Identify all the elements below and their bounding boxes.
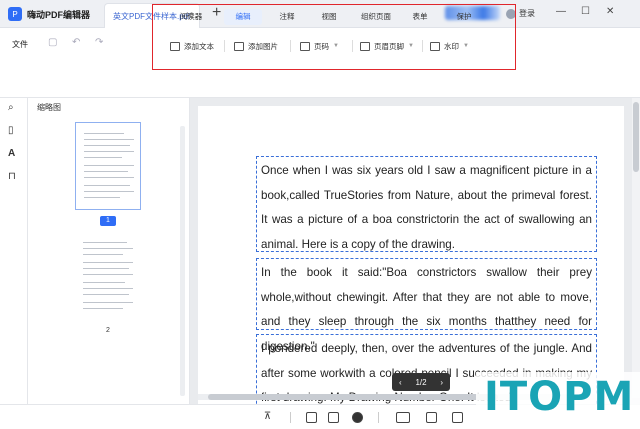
status-divider <box>290 412 291 423</box>
chevron-down-icon: ▼ <box>463 43 469 49</box>
add-image-button[interactable]: 添加图片 <box>234 36 278 56</box>
tool-divider <box>290 40 291 52</box>
page-indicator: 1/2 <box>415 377 427 387</box>
app-logo-icon: P <box>8 7 22 21</box>
app-tab[interactable]: P 嗨动PDF编辑器 <box>0 0 104 28</box>
tab-view[interactable]: 视图 <box>310 9 348 25</box>
tab-reader[interactable]: 阅读器 <box>172 9 210 25</box>
paragraph: Once when I was six years old I saw a ma… <box>261 164 592 251</box>
login-label: 登录 <box>519 9 535 18</box>
tab-protect[interactable]: 保护 <box>445 9 483 25</box>
thumbnail-scrollbar[interactable] <box>180 126 185 396</box>
chevron-down-icon: ▼ <box>333 43 339 49</box>
watermark-label: 水印 <box>444 41 459 51</box>
tab-annotate[interactable]: 注释 <box>268 9 306 25</box>
header-footer-button[interactable]: 页眉页脚 ▼ <box>360 36 414 56</box>
page-thumbnail[interactable] <box>75 234 141 322</box>
minimize-icon[interactable]: — <box>556 6 566 17</box>
tab-form[interactable]: 表单 <box>401 9 439 25</box>
add-text-button[interactable]: 添加文本 <box>170 36 214 56</box>
prev-page-icon[interactable]: ‹ <box>399 378 402 387</box>
text-icon[interactable]: A <box>8 148 20 160</box>
panel-title: 缩略图 <box>37 103 61 112</box>
pdf-page: Once when I was six years old I saw a ma… <box>198 106 624 404</box>
watermark-icon <box>430 41 440 51</box>
tool-divider <box>352 40 353 52</box>
add-text-icon <box>170 41 180 51</box>
fit-height-icon[interactable]: ⊼ <box>262 412 273 423</box>
page-thumbnail[interactable] <box>75 122 141 210</box>
page-number-badge[interactable]: 1 <box>100 216 116 226</box>
tool-divider <box>422 40 423 52</box>
thumbnail-panel: 缩略图 1 2 <box>28 98 190 404</box>
play-icon[interactable] <box>352 412 363 423</box>
chevron-down-icon: ▼ <box>408 43 414 49</box>
scrollbar-thumb[interactable] <box>208 394 498 400</box>
two-page-icon[interactable] <box>328 412 339 423</box>
tool-divider <box>224 40 225 52</box>
ribbon-tabs: 阅读器 编辑 注释 视图 组织页面 表单 保护 <box>160 9 500 25</box>
undo-icon[interactable]: ↶ <box>72 37 80 48</box>
scrollbar-thumb[interactable] <box>633 102 639 172</box>
actual-size-icon[interactable] <box>396 412 410 423</box>
text-block[interactable]: Once when I was six years old I saw a ma… <box>256 156 597 252</box>
status-divider <box>378 412 379 423</box>
add-text-label: 添加文本 <box>184 41 214 51</box>
close-window-icon[interactable]: ✕ <box>606 6 614 17</box>
add-image-label: 添加图片 <box>248 41 278 51</box>
add-image-icon <box>234 41 244 51</box>
next-page-icon[interactable]: › <box>440 378 443 387</box>
watermark-overlay: ITOPM <box>476 372 640 422</box>
watermark-logo: ITOPM <box>484 374 635 420</box>
tab-organize[interactable]: 组织页面 <box>356 9 396 25</box>
watermark-button[interactable]: 水印 ▼ <box>430 36 469 56</box>
document-viewport: Once when I was six years old I saw a ma… <box>190 98 640 404</box>
fit-page-icon[interactable] <box>426 412 437 423</box>
edit-tools: 添加文本 添加图片 页码 ▼ 页眉页脚 ▼ 水印 ▼ <box>160 36 500 56</box>
save-icon[interactable]: ▢ <box>48 37 57 48</box>
page-navigator: ‹ 1/2 › <box>392 373 450 391</box>
redo-icon[interactable]: ↷ <box>95 37 103 48</box>
page-number-button[interactable]: 页码 ▼ <box>300 36 339 56</box>
header-footer-icon <box>360 41 370 51</box>
header-footer-label: 页眉页脚 <box>374 41 404 51</box>
search-icon[interactable]: ⌕ <box>8 102 20 114</box>
tab-edit[interactable]: 编辑 <box>224 9 262 25</box>
file-menu[interactable]: 文件 <box>12 39 28 50</box>
vertical-scrollbar[interactable] <box>632 98 640 398</box>
bookmark-icon[interactable]: ⊓ <box>8 171 20 183</box>
page-number-label: 页码 <box>314 41 329 51</box>
text-block[interactable]: In the book it said:"Boa constrictors sw… <box>256 258 597 353</box>
single-page-icon[interactable] <box>306 412 317 423</box>
thumbnail-icon[interactable]: ▯ <box>8 125 20 137</box>
page-number-label[interactable]: 2 <box>100 326 116 336</box>
left-rail: ⌕ ▯ A ⊓ <box>0 98 28 404</box>
fit-width-icon[interactable] <box>452 412 463 423</box>
maximize-icon[interactable]: ☐ <box>581 6 590 17</box>
app-name: 嗨动PDF编辑器 <box>27 9 91 20</box>
page-number-icon <box>300 41 310 51</box>
